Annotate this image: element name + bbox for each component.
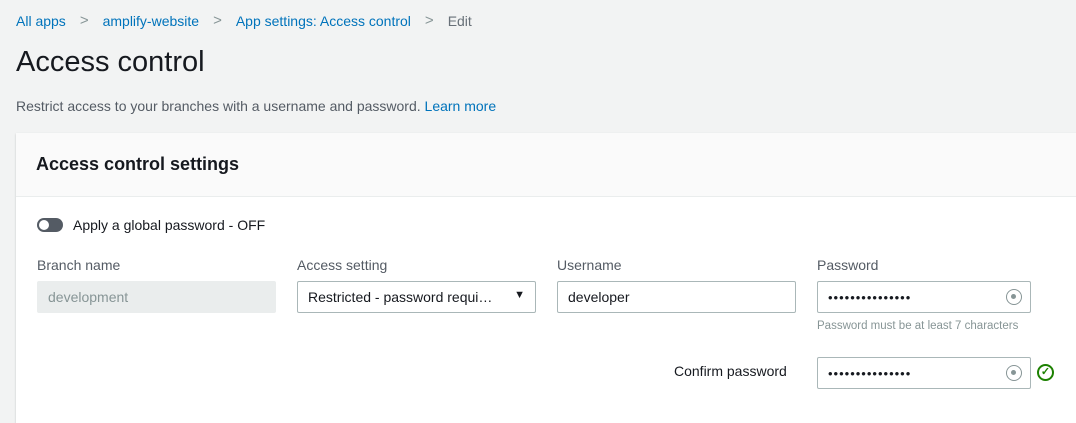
breadcrumb-app[interactable]: amplify-website [103, 13, 199, 29]
password-value: ••••••••••••••• [828, 290, 912, 305]
show-password-icon[interactable] [1006, 289, 1022, 305]
page-title: Access control [16, 46, 205, 78]
learn-more-link[interactable]: Learn more [425, 98, 497, 114]
card-title: Access control settings [16, 133, 1076, 197]
show-password-icon[interactable] [1006, 365, 1022, 381]
username-input[interactable]: developer [557, 281, 796, 313]
branch-name-field: development [37, 281, 276, 313]
toggle-label: Apply a global password - OFF [73, 217, 266, 233]
breadcrumb-current: Edit [447, 12, 472, 29]
chevron-right-icon: > [79, 12, 89, 29]
access-setting-label: Access setting [297, 257, 388, 273]
username-label: Username [557, 257, 622, 273]
confirm-password-value: ••••••••••••••• [828, 366, 912, 381]
toggle-switch[interactable] [37, 218, 63, 232]
check-circle-icon: ✓ [1037, 364, 1054, 381]
chevron-right-icon: > [213, 12, 222, 29]
access-setting-value: Restricted - password requi… [308, 289, 493, 305]
branch-name-label: Branch name [37, 257, 121, 273]
access-control-settings-card: Access control settings Apply a global p… [16, 133, 1076, 423]
caret-down-icon: ▼ [514, 289, 525, 301]
global-password-toggle[interactable]: Apply a global password - OFF [37, 217, 265, 233]
page-description: Restrict access to your branches with a … [16, 98, 496, 114]
chevron-right-icon: > [424, 12, 434, 29]
breadcrumb-all-apps[interactable]: All apps [16, 13, 66, 29]
confirm-password-input[interactable]: ••••••••••••••• [817, 357, 1031, 389]
breadcrumb: All apps > amplify-website > App setting… [16, 12, 472, 29]
access-setting-select[interactable]: Restricted - password requi… ▼ [297, 281, 536, 313]
description-text: Restrict access to your branches with a … [16, 98, 421, 114]
password-label: Password [817, 257, 879, 273]
confirm-password-label: Confirm password [674, 363, 787, 379]
breadcrumb-app-settings[interactable]: App settings: Access control [236, 13, 411, 29]
password-hint: Password must be at least 7 characters [817, 320, 1019, 332]
password-input[interactable]: ••••••••••••••• [817, 281, 1031, 313]
